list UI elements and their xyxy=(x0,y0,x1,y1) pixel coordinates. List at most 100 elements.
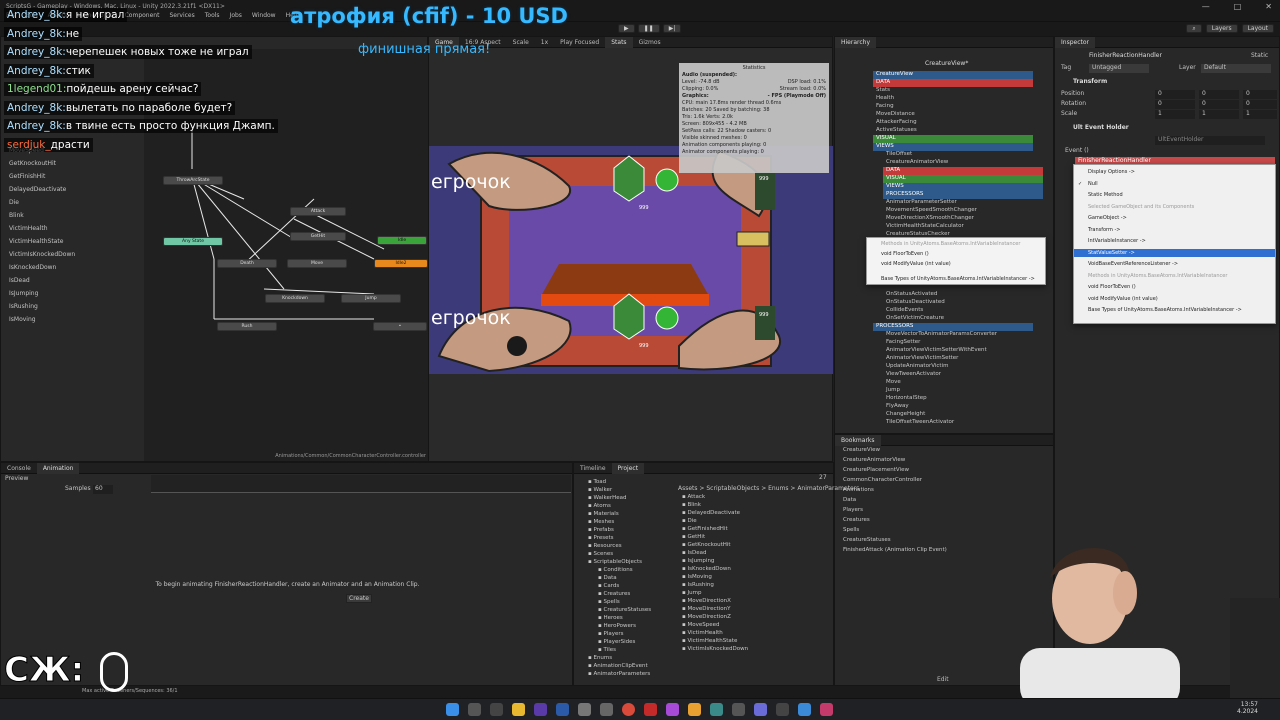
unity-icon[interactable] xyxy=(578,703,591,716)
timeline-ruler[interactable] xyxy=(151,475,571,493)
project-file[interactable]: ▪ VictimIsKnockedDown xyxy=(682,646,748,654)
project-file[interactable]: ▪ IsKnockedDown xyxy=(682,566,731,574)
param-row[interactable]: VictimHealth xyxy=(9,225,139,234)
hierarchy-row[interactable]: OnStatusDeactivated xyxy=(883,299,1043,307)
project-folder[interactable]: ▪ Toad xyxy=(588,479,606,487)
hierarchy-row[interactable]: MoveVectorToAnimatorParamsConverter xyxy=(883,331,1043,339)
taskbar-app-icon[interactable] xyxy=(688,703,701,716)
tab-console[interactable]: Console xyxy=(1,463,37,474)
project-file[interactable]: ▪ VictimHealthState xyxy=(682,638,737,646)
hierarchy-row[interactable]: MoveDistance xyxy=(873,111,1033,119)
rotation-x[interactable]: 0 xyxy=(1155,100,1195,109)
param-row[interactable]: IsJumping xyxy=(9,290,139,299)
pause-button[interactable]: ❚❚ xyxy=(637,24,660,33)
context-item[interactable]: Base Types of UnityAtoms.BaseAtoms.IntVa… xyxy=(1074,306,1275,314)
tag-dropdown[interactable]: Untagged xyxy=(1089,64,1149,73)
project-file[interactable]: ▪ DelayedDeactivate xyxy=(682,510,740,518)
bookmark-item[interactable]: CommonCharacterController xyxy=(843,477,1043,485)
project-file[interactable]: ▪ IsJumping xyxy=(682,558,714,566)
param-row[interactable]: IsMoving xyxy=(9,316,139,325)
project-file[interactable]: ▪ IsRushing xyxy=(682,582,714,590)
menu-item-jobs[interactable]: Jobs xyxy=(230,12,242,19)
project-folder[interactable]: ▪ Prefabs xyxy=(588,527,614,535)
hierarchy-row[interactable]: AnimatorViewVictimSetterWithEvent xyxy=(883,347,1043,355)
menu-item-component[interactable]: Component xyxy=(125,12,160,19)
param-row[interactable]: VictimHealthState xyxy=(9,238,139,247)
hierarchy-row[interactable]: CreatureView xyxy=(873,71,1033,79)
close-icon[interactable]: ✕ xyxy=(1265,2,1272,11)
hierarchy-row[interactable]: PROCESSORS xyxy=(883,191,1043,199)
scale-y[interactable]: 1 xyxy=(1199,110,1239,119)
taskbar-app-icon[interactable] xyxy=(710,703,723,716)
hierarchy-row[interactable]: VISUAL xyxy=(883,175,1043,183)
hierarchy-row[interactable]: OnStatusActivated xyxy=(883,291,1043,299)
position-x[interactable]: 0 xyxy=(1155,90,1195,99)
bookmark-item[interactable]: Players xyxy=(843,507,1043,515)
rotation-z[interactable]: 0 xyxy=(1243,100,1277,109)
hierarchy-row[interactable]: DATA xyxy=(883,167,1043,175)
search-icon[interactable]: ⌕ xyxy=(1186,24,1202,33)
scale-x[interactable]: 1 xyxy=(1155,110,1195,119)
ult-event-header[interactable]: Ult Event Holder xyxy=(1073,124,1129,133)
hierarchy-row[interactable]: Move xyxy=(883,379,1043,387)
hierarchy-row[interactable]: CollideEvents xyxy=(883,307,1043,315)
taskbar-app-icon[interactable] xyxy=(534,703,547,716)
graph-node-death[interactable]: Death xyxy=(217,259,277,268)
project-file[interactable]: ▪ IsDead xyxy=(682,550,706,558)
tab-hierarchy[interactable]: Hierarchy xyxy=(835,37,877,48)
tab-animation[interactable]: Animation xyxy=(36,463,80,474)
context-floor-item[interactable]: void FloorToEven () xyxy=(867,250,1045,258)
project-file[interactable]: ▪ Blink xyxy=(682,502,701,510)
param-row[interactable]: IsKnockedDown xyxy=(9,264,139,273)
transform-header[interactable]: Transform xyxy=(1073,78,1107,87)
project-file[interactable]: ▪ MoveDirectionZ xyxy=(682,614,731,622)
hierarchy-row[interactable]: FacingSetter xyxy=(883,339,1043,347)
taskbar-app-icon[interactable] xyxy=(556,703,569,716)
hierarchy-row[interactable]: DATA xyxy=(873,79,1033,87)
layout-dropdown[interactable]: Layout xyxy=(1241,24,1274,33)
windows-start-icon[interactable] xyxy=(446,703,459,716)
project-folder[interactable]: ▪ Materials xyxy=(588,511,619,519)
hierarchy-row[interactable]: AnimatorParameterSetter xyxy=(883,199,1043,207)
project-folder[interactable]: ▪ Enums xyxy=(588,655,612,663)
graph-node-idle2[interactable]: Idle2 xyxy=(374,259,428,268)
bookmarks-edit-button[interactable]: Edit xyxy=(937,676,949,683)
graph-node-idle[interactable]: Idle xyxy=(377,236,427,245)
tab-inspector[interactable]: Inspector xyxy=(1055,37,1095,48)
graph-node-attack[interactable]: Attack xyxy=(290,207,346,216)
menu-item-window[interactable]: Window xyxy=(252,12,276,19)
project-file[interactable]: ▪ VictimHealth xyxy=(682,630,723,638)
hierarchy-row[interactable]: ViewTweenActivator xyxy=(883,371,1043,379)
hierarchy-row[interactable]: HorizontalStep xyxy=(883,395,1043,403)
context-item[interactable]: Display Options -> xyxy=(1074,168,1275,176)
project-folder[interactable]: ▪ Walker xyxy=(588,487,612,495)
bookmark-item[interactable]: CreaturePlacementView xyxy=(843,467,1043,475)
project-file[interactable]: ▪ Die xyxy=(682,518,697,526)
bookmark-item[interactable]: CreatureView xyxy=(843,447,1043,455)
project-file[interactable]: ▪ MoveDirectionY xyxy=(682,606,730,614)
hierarchy-row[interactable]: UpdateAnimatorVictim xyxy=(883,363,1043,371)
project-folder[interactable]: ▪ Tiles xyxy=(598,647,616,655)
minimize-icon[interactable]: — xyxy=(1202,2,1210,11)
project-folder[interactable]: ▪ Players xyxy=(598,631,623,639)
taskbar-app-icon[interactable] xyxy=(644,703,657,716)
rotation-y[interactable]: 0 xyxy=(1199,100,1239,109)
hierarchy-row[interactable]: VIEWS xyxy=(883,183,1043,191)
project-file[interactable]: ▪ GetKnockoutHit xyxy=(682,542,731,550)
hierarchy-row[interactable]: TileOffsetTweenActivator xyxy=(883,419,1043,427)
step-button[interactable]: ▶| xyxy=(662,24,682,33)
project-file[interactable]: ▪ GetFinishedHit xyxy=(682,526,728,534)
taskbar-app-icon[interactable] xyxy=(732,703,745,716)
graph-node-knockdown[interactable]: Knockdown xyxy=(265,294,325,303)
project-folder[interactable]: ▪ Data xyxy=(598,575,617,583)
context-item[interactable]: IntVariableInstancer -> xyxy=(1074,237,1275,245)
bookmark-item[interactable]: Creatures xyxy=(843,517,1043,525)
project-file[interactable]: ▪ GetHit xyxy=(682,534,705,542)
project-folder[interactable]: ▪ HeroPowers xyxy=(598,623,636,631)
position-y[interactable]: 0 xyxy=(1199,90,1239,99)
project-file[interactable]: ▪ MoveSpeed xyxy=(682,622,719,630)
hierarchy-row[interactable]: ActiveStatuses xyxy=(873,127,1033,135)
project-file[interactable]: ▪ Attack xyxy=(682,494,705,502)
hierarchy-row[interactable]: MovementSpeedSmoothChanger xyxy=(883,207,1043,215)
project-folder[interactable]: ▪ CreatureStatuses xyxy=(598,607,651,615)
